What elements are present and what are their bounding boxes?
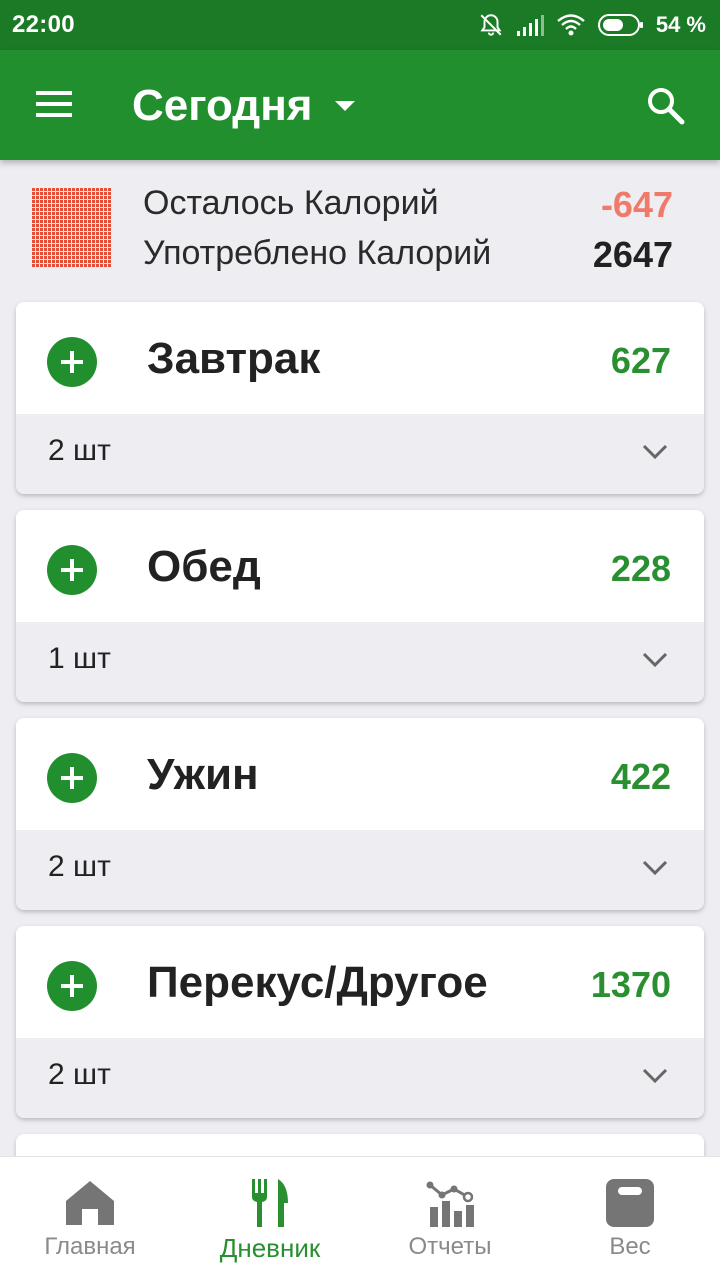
remaining-calories-value: -647 xyxy=(600,184,673,225)
nav-weight[interactable]: Вес xyxy=(540,1157,720,1280)
meal-name: Обед xyxy=(147,542,261,591)
nav-label: Главная xyxy=(44,1233,136,1260)
chevron-down-icon xyxy=(642,1068,668,1084)
battery-percent: 54 % xyxy=(655,12,706,37)
fork-knife-icon xyxy=(252,1179,288,1227)
meal-calories: 422 xyxy=(610,756,671,797)
meal-header: Завтрак 627 xyxy=(16,302,704,414)
dropdown-arrow-icon xyxy=(335,101,356,111)
meal-card-lunch: Обед 228 1 шт xyxy=(16,510,704,702)
plus-icon xyxy=(61,559,83,581)
search-icon[interactable] xyxy=(644,84,688,128)
meal-name: Завтрак xyxy=(147,334,321,383)
app-bar: Сегодня xyxy=(0,50,720,160)
battery-icon xyxy=(597,14,643,36)
meal-card-breakfast: Завтрак 627 2 шт xyxy=(16,302,704,494)
signal-icon xyxy=(516,15,544,36)
nav-diary[interactable]: Дневник xyxy=(180,1157,360,1280)
add-dinner-button[interactable] xyxy=(47,753,97,803)
bell-off-icon xyxy=(480,14,502,36)
meal-item-count: 2 шт xyxy=(48,434,111,467)
meal-item-count: 1 шт xyxy=(48,642,111,675)
meal-header: Ужин 422 xyxy=(16,718,704,830)
chart-icon xyxy=(426,1181,474,1227)
plus-icon xyxy=(61,975,83,997)
meal-card-snack: Перекус/Другое 1370 2 шт xyxy=(16,926,704,1118)
meal-expand-row[interactable]: 2 шт xyxy=(16,414,704,494)
menu-icon[interactable] xyxy=(32,86,78,122)
add-lunch-button[interactable] xyxy=(47,545,97,595)
meal-name: Ужин xyxy=(147,750,259,799)
meal-header: Обед 228 xyxy=(16,510,704,622)
chevron-down-icon xyxy=(642,652,668,668)
plus-icon xyxy=(61,351,83,373)
meal-item-count: 2 шт xyxy=(48,1058,111,1091)
status-time: 22:00 xyxy=(12,11,75,38)
plus-icon xyxy=(61,767,83,789)
meal-card-dinner: Ужин 422 2 шт xyxy=(16,718,704,910)
page-title: Сегодня xyxy=(132,81,313,130)
add-snack-button[interactable] xyxy=(47,961,97,1011)
wifi-icon xyxy=(557,14,585,36)
meal-expand-row[interactable]: 2 шт xyxy=(16,830,704,910)
nav-label: Дневник xyxy=(219,1233,321,1263)
consumed-calories-value: 2647 xyxy=(592,234,673,275)
nav-label: Отчеты xyxy=(408,1233,492,1260)
status-icons: 54 % xyxy=(478,12,706,38)
status-bar: 22:00 54 % xyxy=(0,0,720,50)
nav-home[interactable]: Главная xyxy=(0,1157,180,1280)
calorie-summary: Осталось Калорий -647 Употреблено Калори… xyxy=(0,160,720,290)
date-selector[interactable]: Сегодня xyxy=(132,78,356,134)
meal-expand-row[interactable]: 2 шт xyxy=(16,1038,704,1118)
meal-expand-row[interactable]: 1 шт xyxy=(16,622,704,702)
home-icon xyxy=(66,1181,114,1225)
remaining-calories-label: Осталось Калорий xyxy=(143,184,439,222)
calorie-grid-icon xyxy=(31,187,111,267)
chevron-down-icon xyxy=(642,860,668,876)
chevron-down-icon xyxy=(642,444,668,460)
meal-calories: 627 xyxy=(610,340,671,381)
meal-calories: 1370 xyxy=(590,964,671,1005)
nav-label: Вес xyxy=(609,1233,651,1260)
nav-reports[interactable]: Отчеты xyxy=(360,1157,540,1280)
meal-item-count: 2 шт xyxy=(48,850,111,883)
scale-icon xyxy=(606,1179,654,1227)
meal-name: Перекус/Другое xyxy=(147,958,488,1007)
consumed-calories-label: Употреблено Калорий xyxy=(143,234,492,272)
add-breakfast-button[interactable] xyxy=(47,337,97,387)
meal-calories: 228 xyxy=(610,548,671,589)
bottom-nav: Главная Дневник Отчеты Вес xyxy=(0,1156,720,1280)
meal-header: Перекус/Другое 1370 xyxy=(16,926,704,1038)
